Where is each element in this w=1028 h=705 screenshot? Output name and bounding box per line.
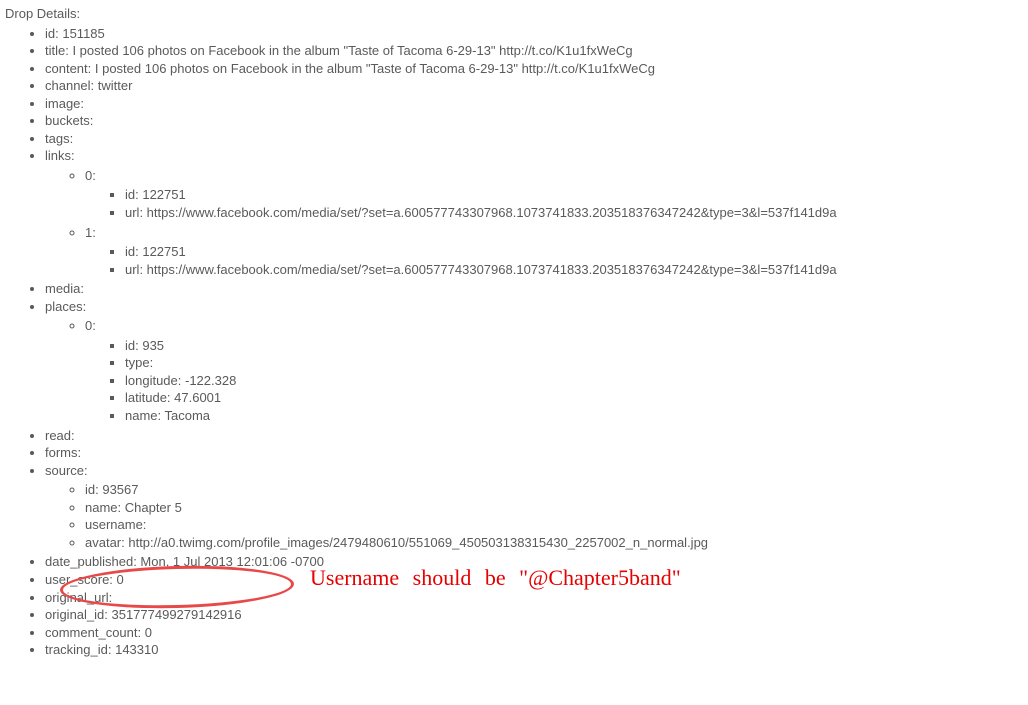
links-list: 0: id: 122751 url: https://www.facebook.…	[45, 167, 1023, 278]
places-list: 0: id: 935 type: longitude: -122.328 lat…	[45, 317, 1023, 424]
field-date-published: date_published: Mon, 1 Jul 2013 12:01:06…	[45, 553, 1023, 571]
field-title: title: I posted 106 photos on Facebook i…	[45, 42, 1023, 60]
field-links-label: links:	[45, 148, 75, 163]
field-content: content: I posted 106 photos on Facebook…	[45, 60, 1023, 78]
links-0-url: url: https://www.facebook.com/media/set/…	[125, 204, 1023, 222]
field-buckets: buckets:	[45, 112, 1023, 130]
places-0-longitude: longitude: -122.328	[125, 372, 1023, 390]
field-original-id: original_id: 351777499279142916	[45, 606, 1023, 624]
places-0-sublist: id: 935 type: longitude: -122.328 latitu…	[85, 337, 1023, 425]
links-1-sublist: id: 122751 url: https://www.facebook.com…	[85, 243, 1023, 278]
links-0-label: 0:	[85, 168, 96, 183]
source-name: name: Chapter 5	[85, 499, 1023, 517]
source-id: id: 93567	[85, 481, 1023, 499]
drop-details-list: id: 151185 title: I posted 106 photos on…	[5, 25, 1023, 659]
links-1-url: url: https://www.facebook.com/media/set/…	[125, 261, 1023, 279]
field-tracking-id: tracking_id: 143310	[45, 641, 1023, 659]
source-sublist: id: 93567 name: Chapter 5 username: avat…	[45, 481, 1023, 551]
field-image: image:	[45, 95, 1023, 113]
field-tags: tags:	[45, 130, 1023, 148]
links-item-1: 1: id: 122751 url: https://www.facebook.…	[85, 224, 1023, 279]
links-1-id: id: 122751	[125, 243, 1023, 261]
field-media: media:	[45, 280, 1023, 298]
source-avatar: avatar: http://a0.twimg.com/profile_imag…	[85, 534, 1023, 552]
field-user-score: user_score: 0	[45, 571, 1023, 589]
field-original-url: original_url:	[45, 589, 1023, 607]
places-0-type: type:	[125, 354, 1023, 372]
places-0-name: name: Tacoma	[125, 407, 1023, 425]
field-comment-count: comment_count: 0	[45, 624, 1023, 642]
field-source-label: source:	[45, 463, 88, 478]
links-0-sublist: id: 122751 url: https://www.facebook.com…	[85, 186, 1023, 221]
links-0-id: id: 122751	[125, 186, 1023, 204]
field-links: links: 0: id: 122751 url: https://www.fa…	[45, 147, 1023, 278]
field-places: places: 0: id: 935 type: longitude: -122…	[45, 298, 1023, 425]
source-username: username:	[85, 516, 1023, 534]
field-source: source: id: 93567 name: Chapter 5 userna…	[45, 462, 1023, 552]
places-item-0: 0: id: 935 type: longitude: -122.328 lat…	[85, 317, 1023, 424]
places-0-latitude: latitude: 47.6001	[125, 389, 1023, 407]
field-read: read:	[45, 427, 1023, 445]
places-0-label: 0:	[85, 318, 96, 333]
links-item-0: 0: id: 122751 url: https://www.facebook.…	[85, 167, 1023, 222]
field-id: id: 151185	[45, 25, 1023, 43]
places-0-id: id: 935	[125, 337, 1023, 355]
page-title: Drop Details:	[5, 5, 1023, 23]
field-places-label: places:	[45, 299, 86, 314]
field-channel: channel: twitter	[45, 77, 1023, 95]
field-forms: forms:	[45, 444, 1023, 462]
links-1-label: 1:	[85, 225, 96, 240]
